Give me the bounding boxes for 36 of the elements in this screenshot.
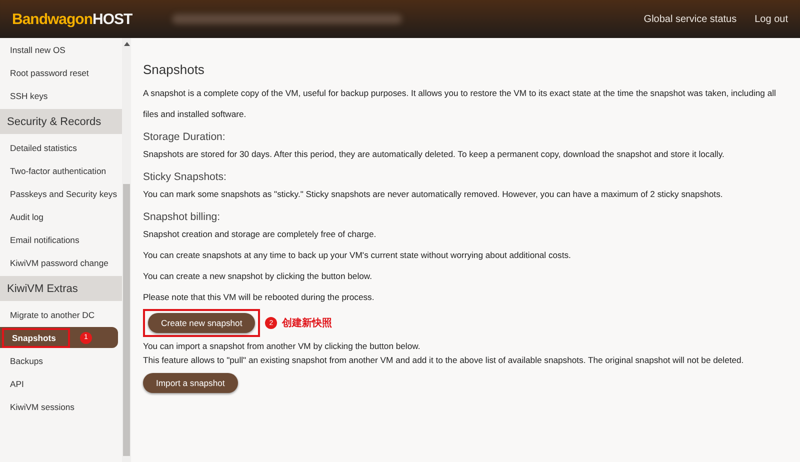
sidebar-item[interactable]: Audit log bbox=[10, 212, 44, 222]
sidebar-item[interactable]: KiwiVM sessions bbox=[10, 402, 74, 412]
sidebar-item[interactable]: SSH keys bbox=[10, 90, 48, 100]
paragraph: This feature allows to "pull" an existing snapshot from another VM and add it to the above list of available snapshots. The original snapshot will not be deleted. bbox=[143, 354, 745, 367]
scrollbar[interactable] bbox=[122, 38, 131, 462]
sidebar-item[interactable]: API bbox=[10, 378, 24, 388]
action-button[interactable]: Create new snapshot bbox=[148, 313, 256, 333]
logo[interactable]: BandwagonHOST bbox=[12, 10, 132, 28]
sidebar-item[interactable]: Migrate to another DC bbox=[10, 310, 95, 320]
header-link[interactable]: Log out bbox=[754, 14, 788, 24]
header-link[interactable]: Global service status bbox=[644, 14, 737, 24]
sidebar-item[interactable]: Detailed statistics bbox=[10, 142, 77, 152]
annotation-label: 创建新快照 bbox=[282, 316, 332, 330]
sidebar-item[interactable]: Snapshots bbox=[12, 332, 56, 342]
paragraph: You can create a new snapshot by clicking the button below. bbox=[143, 270, 374, 283]
section-heading: Sticky Snapshots: bbox=[143, 170, 228, 184]
sidebar-item[interactable]: Backups bbox=[10, 356, 43, 366]
paragraph: You can mark some snapshots as "sticky." Sticky snapshots are never automatically removed. However, you can have a maximum of 2 sticky snapshots. bbox=[143, 188, 724, 201]
sidebar-item[interactable]: Root password reset bbox=[10, 68, 89, 78]
paragraph: You can import a snapshot from another VM by clicking the button below. bbox=[143, 340, 422, 353]
sidebar-item[interactable]: Email notifications bbox=[10, 234, 80, 244]
page-title: Snapshots bbox=[143, 62, 206, 77]
paragraph: Snapshot creation and storage are completely free of charge. bbox=[143, 228, 378, 241]
sidebar-item[interactable]: Two-factor authentication bbox=[10, 166, 106, 176]
paragraph: A snapshot is a complete copy of the VM, useful for backup purposes. It allows you to restore the VM to its exact state at the time the snapshot was taken, including all files and installed software. bbox=[143, 87, 777, 121]
sidebar-item[interactable]: KiwiVM password change bbox=[10, 258, 108, 268]
action-button[interactable]: Import a snapshot bbox=[143, 373, 238, 393]
paragraph: Snapshots are stored for 30 days. After this period, they are automatically deleted. To keep a permanent copy, download the snapshot and store it locally. bbox=[143, 148, 726, 161]
section-heading: Snapshot billing: bbox=[143, 210, 222, 224]
section-heading: Storage Duration: bbox=[143, 130, 226, 144]
paragraph: Please note that this VM will be rebooted during the process. bbox=[143, 291, 376, 304]
section-header: KiwiVM Extras bbox=[0, 276, 122, 301]
sidebar-item[interactable]: Passkeys and Security keys bbox=[10, 188, 117, 198]
sidebar-item[interactable]: Install new OS bbox=[10, 44, 66, 54]
section-header: Security & Records bbox=[0, 109, 122, 134]
paragraph: You can create snapshots at any time to back up your VM's current state without worrying about additional costs. bbox=[143, 249, 572, 262]
